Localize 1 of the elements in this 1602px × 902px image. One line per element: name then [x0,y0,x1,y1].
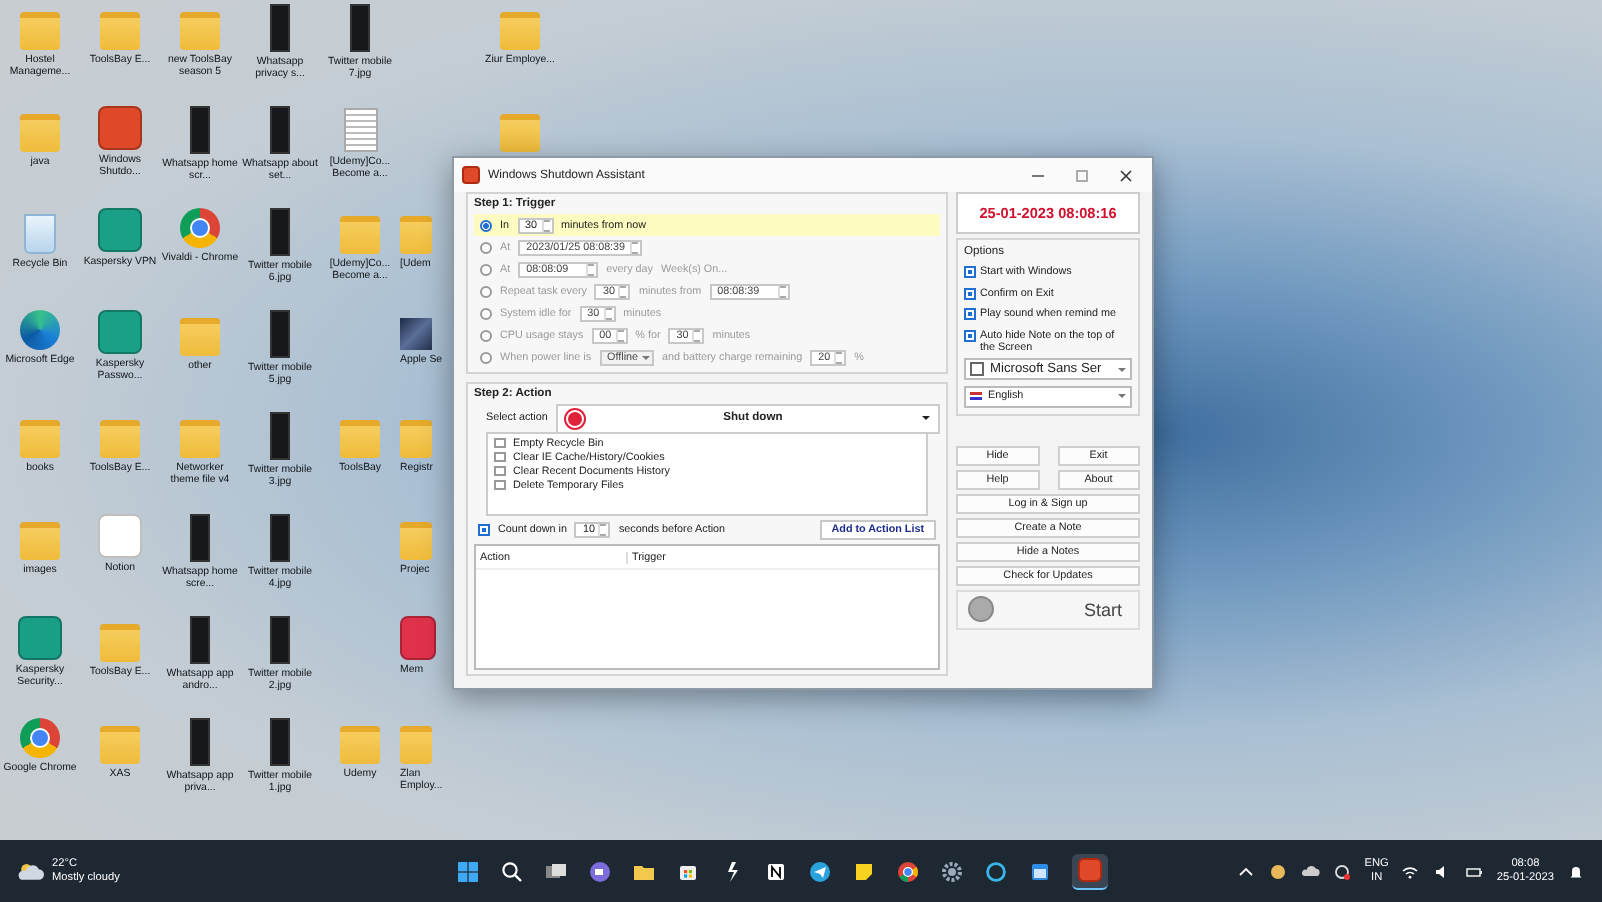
start-button[interactable]: Start [956,589,1140,629]
